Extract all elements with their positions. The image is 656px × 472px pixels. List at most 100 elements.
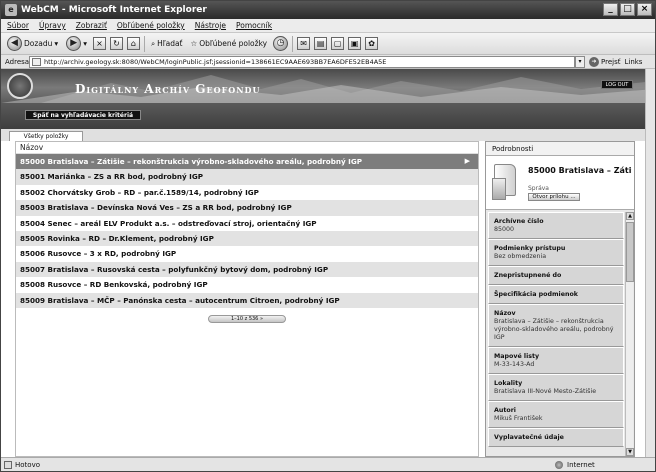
field-name: Názov Bratislava – Zátišie – rekonštrukc… <box>488 304 624 347</box>
forward-button[interactable]: ▶ ▾ <box>64 35 89 53</box>
menu-favorites[interactable]: Obľúbené položky <box>117 19 185 32</box>
toolbar-divider <box>143 35 145 52</box>
list-item[interactable]: 85009 Bratislava – MČP – Panónska cesta … <box>16 292 478 308</box>
address-input[interactable]: http://archiv.geology.sk:8080/WebCM/logi… <box>29 56 575 68</box>
status-bar: Hotovo Internet <box>1 457 655 471</box>
details-title: 85000 Bratislava – Zátišie – rekonštruk <box>528 166 632 175</box>
back-button[interactable]: ◀ Dozadu ▾ <box>5 35 60 53</box>
address-url: http://archiv.geology.sk:8080/WebCM/logi… <box>44 58 387 66</box>
results-list: Názov 85000 Bratislava – Zátišie – rekon… <box>15 141 479 457</box>
field-map-sheets: Mapové listy M-33-143-Ad <box>488 347 624 374</box>
list-item[interactable]: 85008 Rusovce – RD Benkovská, podrobný I… <box>16 277 478 292</box>
toolbar-divider <box>292 35 294 52</box>
history-icon[interactable]: ◷ <box>273 36 289 51</box>
forward-arrow-icon: ▶ <box>66 36 82 51</box>
star-icon: ☆ <box>190 39 198 48</box>
menu-view[interactable]: Zobraziť <box>76 19 107 32</box>
details-header: Podrobnosti <box>486 142 634 156</box>
close-button[interactable]: × <box>637 3 652 16</box>
links-button[interactable]: Links <box>624 55 642 69</box>
discuss-icon[interactable]: ▣ <box>348 37 362 50</box>
field-value: Bratislava – Zátišie – rekonštrukcia výr… <box>494 318 614 341</box>
search-label: Hľadať <box>157 39 183 48</box>
status-text: Hotovo <box>15 461 40 469</box>
field-value: M-33-143-Ad <box>494 361 535 368</box>
details-summary: 85000 Bratislava – Zátišie – rekonštruk … <box>486 156 634 210</box>
field-authors: Autori Mikuš František <box>488 401 624 428</box>
page-scrollbar[interactable] <box>645 69 655 457</box>
list-item[interactable]: 85004 Senec – areál ELV Produkt a.s. – o… <box>16 216 478 231</box>
list-item[interactable]: 85006 Rusovce – 3 x RD, podrobný IGP <box>16 246 478 261</box>
address-dropdown[interactable]: ▾ <box>575 56 585 68</box>
favorites-button[interactable]: ☆ Obľúbené položky <box>189 35 270 53</box>
chevron-down-icon: ▾ <box>83 39 87 48</box>
menu-tools[interactable]: Nástroje <box>195 19 226 32</box>
maximize-button[interactable]: □ <box>620 3 635 16</box>
address-bar: Adresa http://archiv.geology.sk:8080/Web… <box>1 55 655 69</box>
field-label: Autori <box>494 407 516 414</box>
pagination[interactable]: 1–10 z 536 » <box>208 315 286 323</box>
field-archive-number: Archívne číslo 85000 <box>488 212 624 239</box>
messenger-icon[interactable]: ✿ <box>365 37 379 50</box>
list-item[interactable]: 85007 Bratislava – Rusovská cesta – poly… <box>16 261 478 278</box>
toolbar: ◀ Dozadu ▾ ▶ ▾ × ↻ ⌂ ⌕ Hľadať ☆ Obľúbené… <box>1 33 655 55</box>
menu-bar: Súbor Úpravy Zobraziť Obľúbené položky N… <box>1 19 655 33</box>
back-to-search-button[interactable]: Späť na vyhľadávacie kritériá <box>25 110 141 120</box>
browser-window: e WebCM - Microsoft Internet Explorer _ … <box>0 0 656 472</box>
list-item[interactable]: 85001 Mariánka – ZS a RR bod, podrobný I… <box>16 169 478 185</box>
scroll-down-icon[interactable]: ▼ <box>626 448 634 456</box>
page-icon <box>32 58 41 66</box>
field-localities: Lokality Bratislava III-Nové Mesto-Zátiš… <box>488 374 624 401</box>
field-label: Špecifikácia podmienok <box>494 291 578 298</box>
list-item[interactable]: 85002 Chorvátsky Grob – RD – par.č.1589/… <box>16 185 478 200</box>
print-icon[interactable]: ▤ <box>314 37 328 50</box>
go-label: Prejsť <box>601 58 621 66</box>
field-value: Mikuš František <box>494 415 543 422</box>
back-label: Dozadu <box>24 39 53 48</box>
menu-file[interactable]: Súbor <box>7 19 29 32</box>
field-value: Bratislava III-Nové Mesto-Zátišie <box>494 388 597 395</box>
refresh-icon[interactable]: ↻ <box>109 37 123 50</box>
column-header-name[interactable]: Názov <box>16 142 478 154</box>
window-title: WebCM - Microsoft Internet Explorer <box>21 5 207 15</box>
go-button[interactable]: ➜ Prejsť <box>589 55 620 69</box>
logout-button[interactable]: LOG OUT <box>601 80 633 89</box>
field-label: Znepristupnené do <box>494 272 562 279</box>
list-item[interactable]: 85005 Rovinka – RD – Dr.Klement, podrobn… <box>16 230 478 247</box>
details-type: Správa <box>528 185 549 192</box>
go-arrow-icon: ➜ <box>589 57 599 67</box>
ie-icon: e <box>5 4 17 16</box>
title-bar: e WebCM - Microsoft Internet Explorer _ … <box>1 1 655 19</box>
edit-icon[interactable]: ▢ <box>331 37 345 50</box>
search-button[interactable]: ⌕ Hľadať <box>149 35 185 53</box>
home-icon[interactable]: ⌂ <box>126 37 140 50</box>
open-attachment-button[interactable]: Otvor prílohu ... <box>528 193 580 201</box>
menu-help[interactable]: Pomocník <box>236 19 272 32</box>
nav-band: Späť na vyhľadávacie kritériá <box>1 103 655 129</box>
details-scrollbar[interactable]: ▲ ▼ <box>625 212 634 456</box>
mail-icon[interactable]: ✉ <box>297 37 311 50</box>
scroll-thumb[interactable] <box>626 222 634 282</box>
app-title: Digitálny Archív Geofondu <box>75 82 261 96</box>
scroll-up-icon[interactable]: ▲ <box>626 212 634 220</box>
list-item[interactable]: 85003 Bratislava – Devínska Nová Ves – Z… <box>16 200 478 216</box>
field-access-conditions: Podmienky prístupu Bez obmedzenia <box>488 239 624 266</box>
field-label: Lokality <box>494 380 523 387</box>
field-label: Archívne číslo <box>494 218 544 225</box>
field-value: Bez obmedzenia <box>494 253 547 260</box>
address-label: Adresa <box>5 58 30 66</box>
tab-all-items[interactable]: Všetky položky <box>9 131 83 141</box>
list-item[interactable]: 85000 Bratislava – Zátišie – rekonštrukc… <box>16 154 478 170</box>
field-restricted-until: Znepristupnené do <box>488 266 624 285</box>
app-banner: Digitálny Archív Geofondu LOG OUT <box>1 69 655 103</box>
field-value: 85000 <box>494 226 515 233</box>
chevron-down-icon: ▾ <box>54 39 59 48</box>
field-label: Vyplavatečné údaje <box>494 434 564 441</box>
search-icon: ⌕ <box>150 38 156 48</box>
minimize-button[interactable]: _ <box>603 3 618 16</box>
chevron-right-icon: ▶ <box>464 157 470 165</box>
field-label: Názov <box>494 310 516 317</box>
stop-icon[interactable]: × <box>92 37 106 50</box>
back-arrow-icon: ◀ <box>7 36 22 51</box>
menu-edit[interactable]: Úpravy <box>39 19 66 32</box>
